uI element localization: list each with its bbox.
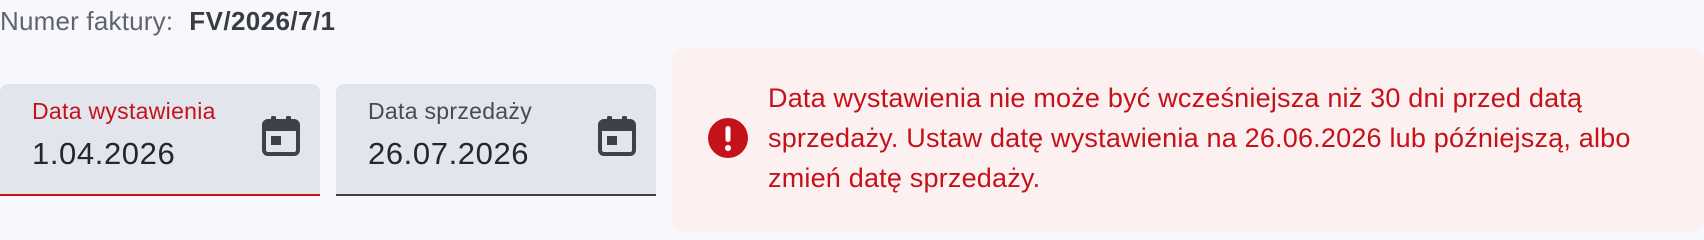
- invoice-number-value: FV/2026/7/1: [189, 5, 336, 36]
- error-alert: Data wystawienia nie może być wcześniejs…: [672, 48, 1704, 232]
- issue-date-label: Data wystawienia: [32, 98, 216, 124]
- calendar-icon[interactable]: [262, 116, 300, 156]
- error-message: Data wystawienia nie może być wcześniejs…: [768, 83, 1631, 193]
- exclamation-circle-icon: [708, 118, 748, 158]
- sale-date-label: Data sprzedaży: [368, 98, 532, 124]
- invoice-number-row: Numer faktury: FV/2026/7/1: [0, 4, 335, 38]
- calendar-icon[interactable]: [598, 116, 636, 156]
- issue-date-field[interactable]: Data wystawienia 1.04.2026: [0, 84, 320, 196]
- issue-date-value[interactable]: 1.04.2026: [32, 136, 175, 172]
- sale-date-value[interactable]: 26.07.2026: [368, 136, 529, 172]
- invoice-number-label: Numer faktury:: [0, 5, 174, 36]
- sale-date-field[interactable]: Data sprzedaży 26.07.2026: [336, 84, 656, 196]
